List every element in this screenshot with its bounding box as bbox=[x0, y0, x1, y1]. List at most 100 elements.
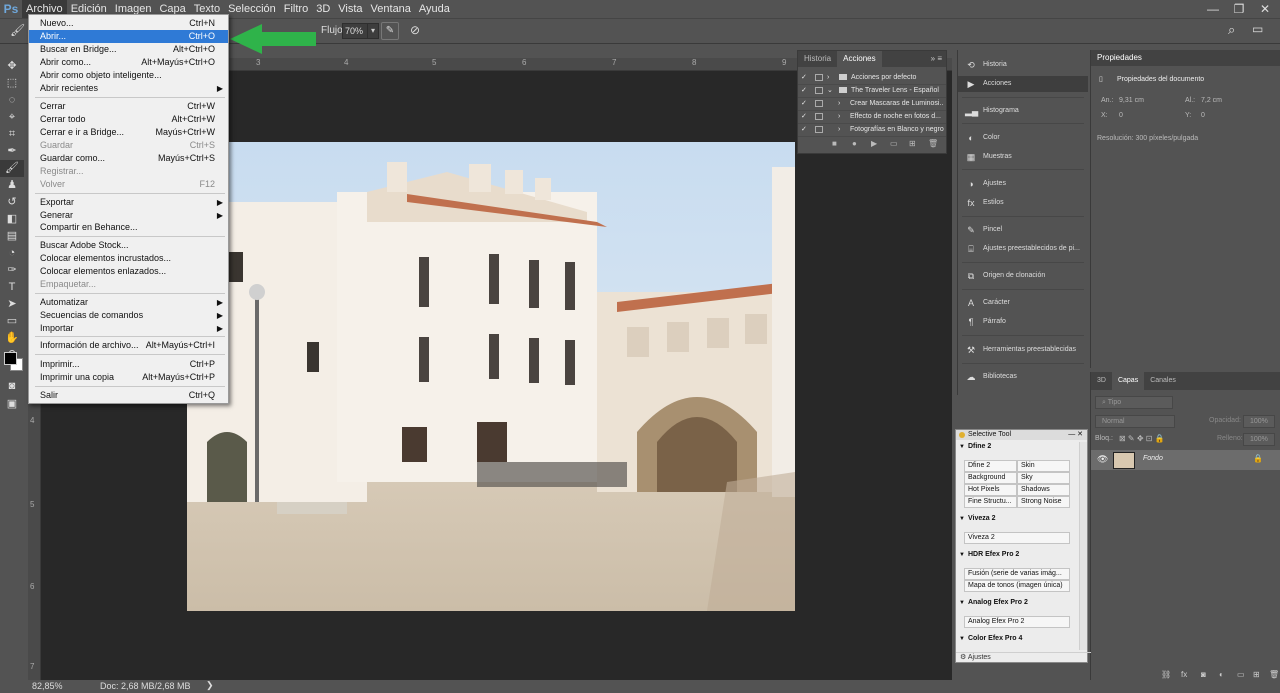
tab-historia[interactable]: Historia bbox=[798, 51, 837, 67]
hdr-fusion-button[interactable]: Fusión (serie de varias imág... bbox=[964, 568, 1070, 580]
foreground-color-swatch[interactable] bbox=[4, 352, 17, 365]
trash-icon[interactable]: 🗑 bbox=[928, 139, 938, 148]
tab-capas[interactable]: Capas bbox=[1111, 372, 1145, 390]
menu-ventana[interactable]: Ventana bbox=[367, 0, 415, 18]
menu-item-automatizar[interactable]: Automatizar ▶ bbox=[29, 296, 228, 309]
menu-item-exportar[interactable]: Exportar ▶ bbox=[29, 196, 228, 209]
x-value[interactable]: 0 bbox=[1119, 112, 1123, 119]
hot-pixels-button[interactable]: Hot Pixels bbox=[964, 484, 1017, 496]
brush-preset-icon[interactable]: 🖌 bbox=[10, 23, 25, 37]
new-set-icon[interactable]: ▭ bbox=[890, 139, 898, 148]
section-analog[interactable]: ▼ Analog Efex Pro 2 bbox=[959, 599, 1028, 606]
lock-icons[interactable]: ⊠ ✎ ✥ ⊡ 🔒 bbox=[1119, 434, 1165, 443]
record-icon[interactable]: ● bbox=[852, 139, 857, 148]
lasso-tool-icon[interactable]: ◌ bbox=[0, 92, 24, 109]
dock-herramientas-preestablecidas[interactable]: ⚒ Herramientas preestablecidas bbox=[958, 342, 1088, 358]
opacity-input[interactable]: 100% bbox=[1243, 415, 1275, 428]
new-action-icon[interactable]: ⊞ bbox=[909, 139, 916, 148]
menu-item-secuencias[interactable]: Secuencias de comandos ▶ bbox=[29, 309, 228, 322]
close-icon[interactable]: — ✕ bbox=[1068, 430, 1083, 440]
action-row[interactable]: ✓ › Effecto de noche en fotos d... bbox=[798, 110, 946, 124]
status-arrow-icon[interactable]: ❯ bbox=[206, 680, 214, 691]
workspace-icon[interactable]: ▭ bbox=[1252, 22, 1263, 36]
ajustes-button[interactable]: ⚙ Ajustes bbox=[956, 652, 1091, 663]
minimize-icon[interactable]: — bbox=[1200, 0, 1226, 18]
menu-filtro[interactable]: Filtro bbox=[280, 0, 312, 18]
menu-item-colocar-incrustados[interactable]: Colocar elementos incrustados... bbox=[29, 252, 228, 265]
y-value[interactable]: 0 bbox=[1201, 112, 1205, 119]
menu-item-informacion[interactable]: Información de archivo... Alt+Mayús+Ctrl+… bbox=[29, 339, 228, 352]
fx-icon[interactable]: fx bbox=[1181, 670, 1187, 679]
stop-icon[interactable]: ■ bbox=[832, 139, 837, 148]
analog-efex-button[interactable]: Analog Efex Pro 2 bbox=[964, 616, 1070, 628]
sky-button[interactable]: Sky bbox=[1017, 472, 1070, 484]
fill-input[interactable]: 100% bbox=[1243, 433, 1275, 446]
dock-historia[interactable]: ⟲ Historia bbox=[958, 57, 1088, 73]
crop-tool-icon[interactable]: ⌗ bbox=[0, 126, 24, 143]
marquee-tool-icon[interactable]: ⬚ bbox=[0, 75, 24, 92]
dock-pincel[interactable]: ✎ Pincel bbox=[958, 222, 1088, 238]
menu-seleccion[interactable]: Selección bbox=[224, 0, 280, 18]
menu-item-colocar-enlazados[interactable]: Colocar elementos enlazados... bbox=[29, 265, 228, 278]
dock-color[interactable]: ◐ Color bbox=[958, 130, 1088, 146]
adjustment-layer-icon[interactable]: ◐ bbox=[1219, 670, 1224, 679]
flow-input[interactable]: 70% bbox=[342, 23, 370, 39]
tab-acciones[interactable]: Acciones bbox=[837, 51, 882, 67]
path-select-icon[interactable]: ➤ bbox=[0, 296, 24, 313]
quick-mask-icon[interactable]: ◙ bbox=[0, 378, 24, 395]
type-tool-icon[interactable]: T bbox=[0, 279, 24, 296]
move-tool-icon[interactable]: ✥ bbox=[0, 58, 24, 75]
mask-icon[interactable]: ◙ bbox=[1201, 670, 1206, 679]
tab-canales[interactable]: Canales bbox=[1144, 372, 1182, 390]
search-icon[interactable]: ⌕ bbox=[1228, 22, 1235, 38]
section-dfine[interactable]: ▼ Dfine 2 bbox=[959, 443, 991, 450]
shadows-button[interactable]: Shadows bbox=[1017, 484, 1070, 496]
close-icon[interactable]: ✕ bbox=[1252, 0, 1278, 18]
skin-button[interactable]: Skin bbox=[1017, 460, 1070, 472]
dock-ajustes-preestablecidos[interactable]: ⌸ Ajustes preestablecidos de pi... bbox=[958, 241, 1088, 257]
viveza-2-button[interactable]: Viveza 2 bbox=[964, 532, 1070, 544]
menu-ayuda[interactable]: Ayuda bbox=[415, 0, 454, 18]
section-color-efex[interactable]: ▼ Color Efex Pro 4 bbox=[959, 635, 1022, 642]
menu-item-cerrar[interactable]: Cerrar Ctrl+W bbox=[29, 100, 228, 113]
eye-icon[interactable]: 👁 bbox=[1097, 454, 1108, 465]
shape-tool-icon[interactable]: ▭ bbox=[0, 313, 24, 330]
menu-item-buscar-bridge[interactable]: Buscar en Bridge... Alt+Ctrl+O bbox=[29, 43, 228, 56]
strong-noise-button[interactable]: Strong Noise bbox=[1017, 496, 1070, 508]
menu-item-abrir-como[interactable]: Abrir como... Alt+Mayús+Ctrl+O bbox=[29, 56, 228, 69]
menu-item-nuevo[interactable]: Nuevo... Ctrl+N bbox=[29, 17, 228, 30]
menu-item-imprimir-copia[interactable]: Imprimir una copia Alt+Mayús+Ctrl+P bbox=[29, 371, 228, 384]
action-set-row[interactable]: ✓ ⌄ The Traveler Lens - Español bbox=[798, 84, 946, 98]
menu-item-abrir-objeto[interactable]: Abrir como objeto inteligente... bbox=[29, 69, 228, 82]
play-icon[interactable]: ▶ bbox=[871, 139, 877, 148]
dock-estilos[interactable]: fx Estilos bbox=[958, 195, 1088, 211]
menu-3d[interactable]: 3D bbox=[312, 0, 334, 18]
hand-tool-icon[interactable]: ✋ bbox=[0, 330, 24, 347]
menu-item-abrir-recientes[interactable]: Abrir recientes ▶ bbox=[29, 82, 228, 95]
group-icon[interactable]: ▭ bbox=[1237, 670, 1245, 679]
restore-icon[interactable]: ❐ bbox=[1226, 0, 1252, 18]
action-row[interactable]: ✓ › Fotografías en Blanco y negro ... bbox=[798, 123, 946, 137]
dock-ajustes[interactable]: ◑ Ajustes bbox=[958, 176, 1088, 192]
width-value[interactable]: 9,31 cm bbox=[1119, 97, 1144, 104]
scrollbar[interactable] bbox=[1079, 442, 1087, 650]
panel-menu-icon[interactable]: » ≡ bbox=[931, 51, 946, 67]
fine-structure-button[interactable]: Fine Structu... bbox=[964, 496, 1017, 508]
dock-parrafo[interactable]: ¶ Párrafo bbox=[958, 314, 1088, 330]
document-canvas[interactable] bbox=[187, 142, 795, 611]
menu-item-behance[interactable]: Compartir en Behance... bbox=[29, 221, 228, 234]
menu-item-importar[interactable]: Importar ▶ bbox=[29, 322, 228, 335]
eraser-tool-icon[interactable]: ◧ bbox=[0, 211, 24, 228]
stamp-tool-icon[interactable]: ♟ bbox=[0, 177, 24, 194]
menu-item-adobe-stock[interactable]: Buscar Adobe Stock... bbox=[29, 239, 228, 252]
dock-origen-clonacion[interactable]: ⧉ Origen de clonación bbox=[958, 268, 1088, 284]
tab-3d[interactable]: 3D bbox=[1091, 372, 1112, 390]
action-row[interactable]: ✓ › Crear Mascaras de Luminosi... bbox=[798, 97, 946, 111]
history-brush-icon[interactable]: ↺ bbox=[0, 194, 24, 211]
dock-histograma[interactable]: ▂▄ Histograma bbox=[958, 103, 1088, 119]
height-value[interactable]: 7,2 cm bbox=[1201, 97, 1222, 104]
dfine-2-button[interactable]: Dfine 2 bbox=[964, 460, 1017, 472]
brush-tool-icon[interactable]: 🖌 bbox=[0, 160, 24, 177]
action-set-row[interactable]: ✓ › Acciones por defecto bbox=[798, 71, 946, 85]
layer-filter-input[interactable]: ⌕ Tipo bbox=[1095, 396, 1173, 409]
